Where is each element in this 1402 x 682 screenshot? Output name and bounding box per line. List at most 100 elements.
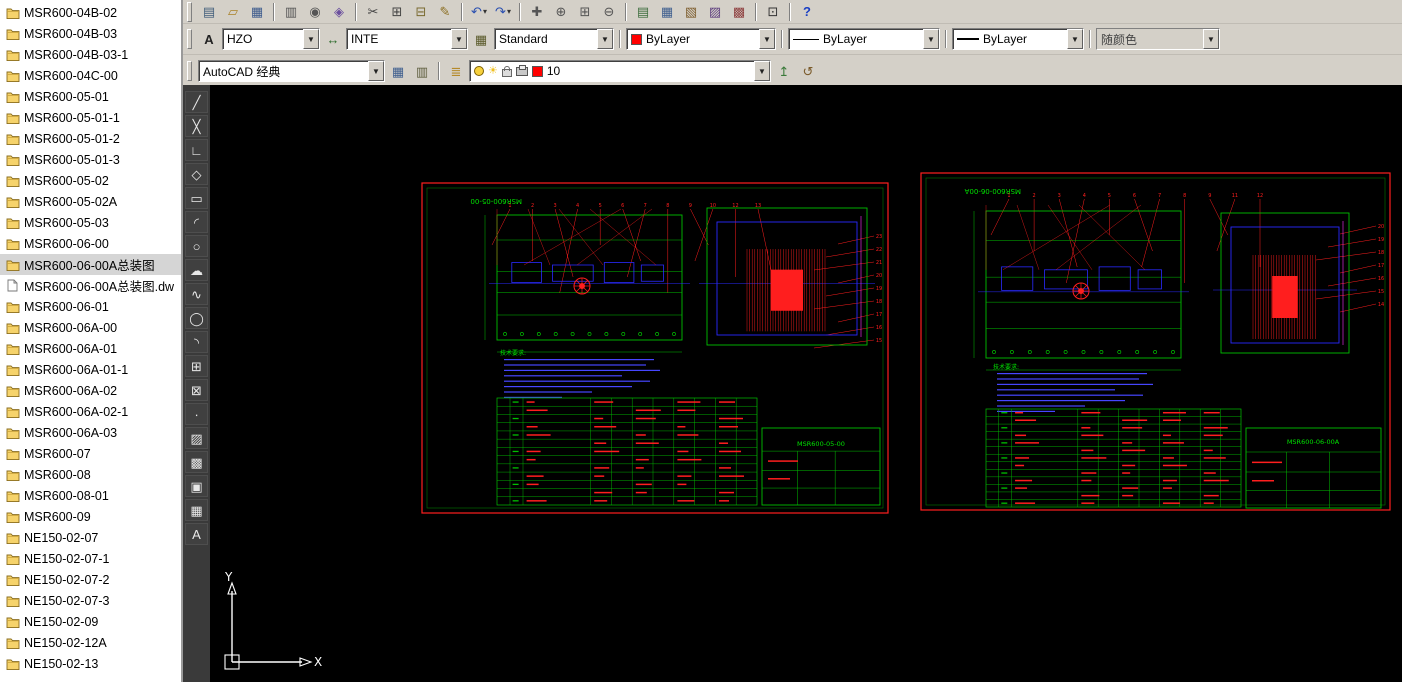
- file-tree-item[interactable]: MSR600-05-01-1: [0, 107, 181, 128]
- drawing-canvas[interactable]: MSR600-05-00 1 2 3 4 5 6 7 8 9 10 12 13 23 22 21 20 19 18 1…: [210, 85, 1402, 682]
- dropdown-arrow-icon[interactable]: ▾: [483, 7, 487, 16]
- plot-preview-button[interactable]: ◉: [304, 0, 326, 23]
- combo-arrow-icon[interactable]: ▼: [368, 61, 384, 81]
- zoom-previous-button[interactable]: ⊖: [598, 0, 620, 23]
- match-properties-button[interactable]: ✎: [434, 0, 456, 23]
- file-tree-item[interactable]: MSR600-05-03: [0, 212, 181, 233]
- toolbar-grip[interactable]: [187, 1, 192, 22]
- toolbar-grip[interactable]: [187, 61, 192, 81]
- file-tree-item[interactable]: NE150-02-07: [0, 527, 181, 548]
- revision-cloud-tool[interactable]: ☁: [185, 259, 208, 281]
- new-file-button[interactable]: ▤: [198, 0, 220, 23]
- linetype-combo[interactable]: ByLayer ▼: [788, 28, 940, 50]
- file-tree-item[interactable]: NE150-02-07-2: [0, 569, 181, 590]
- make-block-tool[interactable]: ⊠: [185, 379, 208, 401]
- file-tree-item[interactable]: MSR600-09: [0, 506, 181, 527]
- point-tool[interactable]: ∙: [185, 403, 208, 425]
- toolbar-grip[interactable]: [187, 29, 192, 49]
- file-tree-item[interactable]: MSR600-05-02: [0, 170, 181, 191]
- construction-line-tool[interactable]: ╳: [185, 115, 208, 137]
- file-tree-item[interactable]: MSR600-06A-02-1: [0, 401, 181, 422]
- color-combo[interactable]: ByLayer ▼: [626, 28, 776, 50]
- file-tree-item[interactable]: MSR600-07: [0, 443, 181, 464]
- combo-arrow-icon[interactable]: ▼: [451, 29, 467, 49]
- paste-button[interactable]: ⊟: [410, 0, 432, 23]
- my-workspace-button[interactable]: ▥: [411, 60, 433, 82]
- dim-style-button[interactable]: ↔: [322, 28, 344, 50]
- table-style-value[interactable]: Standard: [495, 29, 597, 49]
- file-tree-item[interactable]: MSR600-06A-02: [0, 380, 181, 401]
- file-tree-item[interactable]: MSR600-08-01: [0, 485, 181, 506]
- quickcalc-button[interactable]: ⊡: [762, 0, 784, 23]
- layer-color-swatch[interactable]: [531, 65, 543, 77]
- combo-arrow-icon[interactable]: ▼: [1203, 29, 1219, 49]
- open-file-button[interactable]: ▱: [222, 0, 244, 23]
- designcenter-button[interactable]: ▦: [656, 0, 678, 23]
- table-style-combo[interactable]: Standard ▼: [494, 28, 614, 50]
- combo-arrow-icon[interactable]: ▼: [1067, 29, 1083, 49]
- combo-arrow-icon[interactable]: ▼: [759, 29, 775, 49]
- workspace-combo[interactable]: AutoCAD 经典 ▼: [198, 60, 385, 82]
- help-button[interactable]: ?: [796, 0, 818, 23]
- file-tree-item[interactable]: MSR600-05-02A: [0, 191, 181, 212]
- circle-tool[interactable]: ○: [185, 235, 208, 257]
- layer-thaw-sun-icon[interactable]: ☀: [488, 65, 498, 77]
- text-style-value[interactable]: HZO: [223, 29, 303, 49]
- combo-arrow-icon[interactable]: ▼: [303, 29, 319, 49]
- polygon-tool[interactable]: ◇: [185, 163, 208, 185]
- file-tree-item[interactable]: MSR600-05-01: [0, 86, 181, 107]
- file-tree-item[interactable]: MSR600-04B-03: [0, 23, 181, 44]
- file-tree-item[interactable]: MSR600-04B-02: [0, 2, 181, 23]
- sheet-set-manager-button[interactable]: ▨: [704, 0, 726, 23]
- combo-arrow-icon[interactable]: ▼: [754, 61, 770, 81]
- file-tree-item[interactable]: MSR600-04C-00: [0, 65, 181, 86]
- file-tree-item[interactable]: MSR600-06-01: [0, 296, 181, 317]
- table-tool[interactable]: ▦: [185, 499, 208, 521]
- copy-button[interactable]: ⊞: [386, 0, 408, 23]
- plot-button[interactable]: ▥: [280, 0, 302, 23]
- region-tool[interactable]: ▣: [185, 475, 208, 497]
- workspace-settings-button[interactable]: ▦: [387, 60, 409, 82]
- combo-arrow-icon[interactable]: ▼: [923, 29, 939, 49]
- polyline-tool[interactable]: ∟: [185, 139, 208, 161]
- layer-on-bulb-icon[interactable]: [474, 66, 484, 76]
- tool-palettes-button[interactable]: ▧: [680, 0, 702, 23]
- file-tree-item[interactable]: MSR600-06-00A总装图: [0, 254, 181, 275]
- publish-button[interactable]: ◈: [328, 0, 350, 23]
- make-object-layer-current-button[interactable]: ↥: [773, 60, 795, 82]
- file-tree-item[interactable]: MSR600-06A-03: [0, 422, 181, 443]
- arc-tool[interactable]: ◜: [185, 211, 208, 233]
- insert-block-tool[interactable]: ⊞: [185, 355, 208, 377]
- lineweight-combo[interactable]: ByLayer ▼: [952, 28, 1084, 50]
- file-tree-item[interactable]: MSR600-05-01-3: [0, 149, 181, 170]
- file-tree-item[interactable]: MSR600-06A-01: [0, 338, 181, 359]
- file-tree-item[interactable]: MSR600-04B-03-1: [0, 44, 181, 65]
- workspace-value[interactable]: AutoCAD 经典: [199, 61, 368, 81]
- table-style-button[interactable]: ▦: [470, 28, 492, 50]
- dim-style-combo[interactable]: INTE ▼: [346, 28, 468, 50]
- combo-arrow-icon[interactable]: ▼: [597, 29, 613, 49]
- text-style-button[interactable]: A: [198, 28, 220, 50]
- file-tree-item[interactable]: MSR600-05-01-2: [0, 128, 181, 149]
- file-tree-item[interactable]: MSR600-06A-00: [0, 317, 181, 338]
- plot-style-combo[interactable]: 随颜色 ▼: [1096, 28, 1220, 50]
- markup-set-manager-button[interactable]: ▩: [728, 0, 750, 23]
- ellipse-arc-tool[interactable]: ◝: [185, 331, 208, 353]
- undo-button[interactable]: ↶ ▾: [468, 0, 490, 23]
- rectangle-tool[interactable]: ▭: [185, 187, 208, 209]
- file-tree-item[interactable]: NE150-02-09: [0, 611, 181, 632]
- layer-previous-button[interactable]: ↺: [797, 60, 819, 82]
- hatch-tool[interactable]: ▨: [185, 427, 208, 449]
- file-tree-item[interactable]: MSR600-06-00A总装图.dw: [0, 275, 181, 296]
- ellipse-tool[interactable]: ◯: [185, 307, 208, 329]
- cut-button[interactable]: ✂: [362, 0, 384, 23]
- dim-style-value[interactable]: INTE: [347, 29, 451, 49]
- layer-plot-printer-icon[interactable]: [515, 64, 528, 76]
- redo-button[interactable]: ↷ ▾: [492, 0, 514, 23]
- properties-palette-button[interactable]: ▤: [632, 0, 654, 23]
- file-tree-item[interactable]: NE150-02-13: [0, 653, 181, 674]
- file-tree-item[interactable]: MSR600-06A-01-1: [0, 359, 181, 380]
- layer-properties-button[interactable]: ≣: [445, 60, 467, 82]
- multiline-text-tool[interactable]: A: [185, 523, 208, 545]
- file-tree-item[interactable]: NE150-02-07-1: [0, 548, 181, 569]
